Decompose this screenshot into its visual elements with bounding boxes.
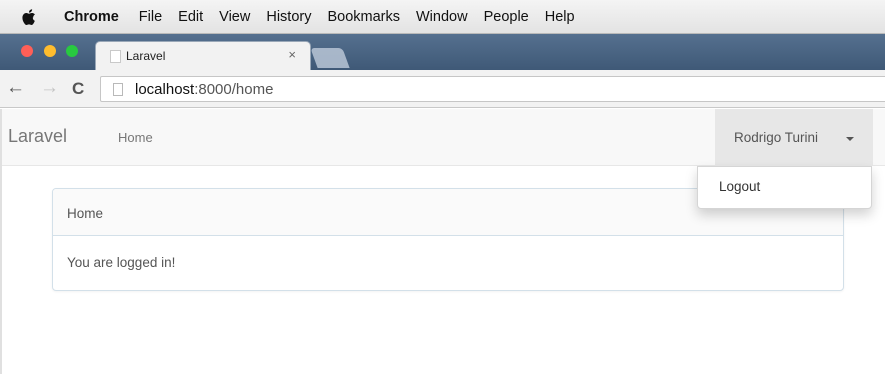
page-icon xyxy=(113,83,123,96)
back-arrow-icon[interactable]: ← xyxy=(6,77,25,99)
address-bar[interactable]: localhost:8000/home xyxy=(100,76,885,102)
user-dropdown-menu: Logout xyxy=(697,166,872,209)
menu-history[interactable]: History xyxy=(266,9,311,25)
browser-tab-laravel[interactable]: Laravel × xyxy=(95,41,311,70)
logged-in-message: You are logged in! xyxy=(67,255,176,270)
tab-title: Laravel xyxy=(126,49,166,63)
menu-help[interactable]: Help xyxy=(545,9,575,25)
url-path: :8000/home xyxy=(194,81,274,98)
navbar-brand[interactable]: Laravel xyxy=(8,126,67,147)
app-navbar: Laravel Home Rodrigo Turini xyxy=(0,109,885,166)
url-host: localhost xyxy=(135,81,195,98)
close-window-button[interactable] xyxy=(21,45,33,57)
zoom-window-button[interactable] xyxy=(66,45,78,57)
menu-window[interactable]: Window xyxy=(416,9,468,25)
window-left-edge xyxy=(0,109,2,374)
tab-strip: Laravel × xyxy=(0,34,885,70)
logout-link[interactable]: Logout xyxy=(719,179,760,194)
panel-heading-text: Home xyxy=(67,206,104,221)
menu-file[interactable]: File xyxy=(139,9,162,25)
browser-toolbar: ← → C localhost:8000/home xyxy=(0,70,885,108)
user-name: Rodrigo Turini xyxy=(734,130,819,145)
mac-menu-bar: Chrome File Edit View History Bookmarks … xyxy=(0,0,885,34)
new-tab-button[interactable] xyxy=(310,48,350,68)
menu-view[interactable]: View xyxy=(219,9,250,25)
user-dropdown-toggle[interactable]: Rodrigo Turini xyxy=(715,109,873,166)
menu-bookmarks[interactable]: Bookmarks xyxy=(327,9,400,25)
menu-people[interactable]: People xyxy=(484,9,529,25)
forward-arrow-icon[interactable]: → xyxy=(40,77,59,99)
minimize-window-button[interactable] xyxy=(44,45,56,57)
reload-icon[interactable]: C xyxy=(72,78,84,100)
page-favicon-icon xyxy=(110,50,121,63)
nav-link-home[interactable]: Home xyxy=(118,130,153,145)
apple-logo-icon[interactable] xyxy=(22,8,36,25)
panel-body: You are logged in! xyxy=(53,236,843,291)
tab-close-icon[interactable]: × xyxy=(288,47,296,62)
menu-app-chrome[interactable]: Chrome xyxy=(64,9,119,25)
menu-edit[interactable]: Edit xyxy=(178,9,203,25)
caret-down-icon xyxy=(846,137,854,141)
url-text[interactable]: localhost:8000/home xyxy=(135,81,273,98)
